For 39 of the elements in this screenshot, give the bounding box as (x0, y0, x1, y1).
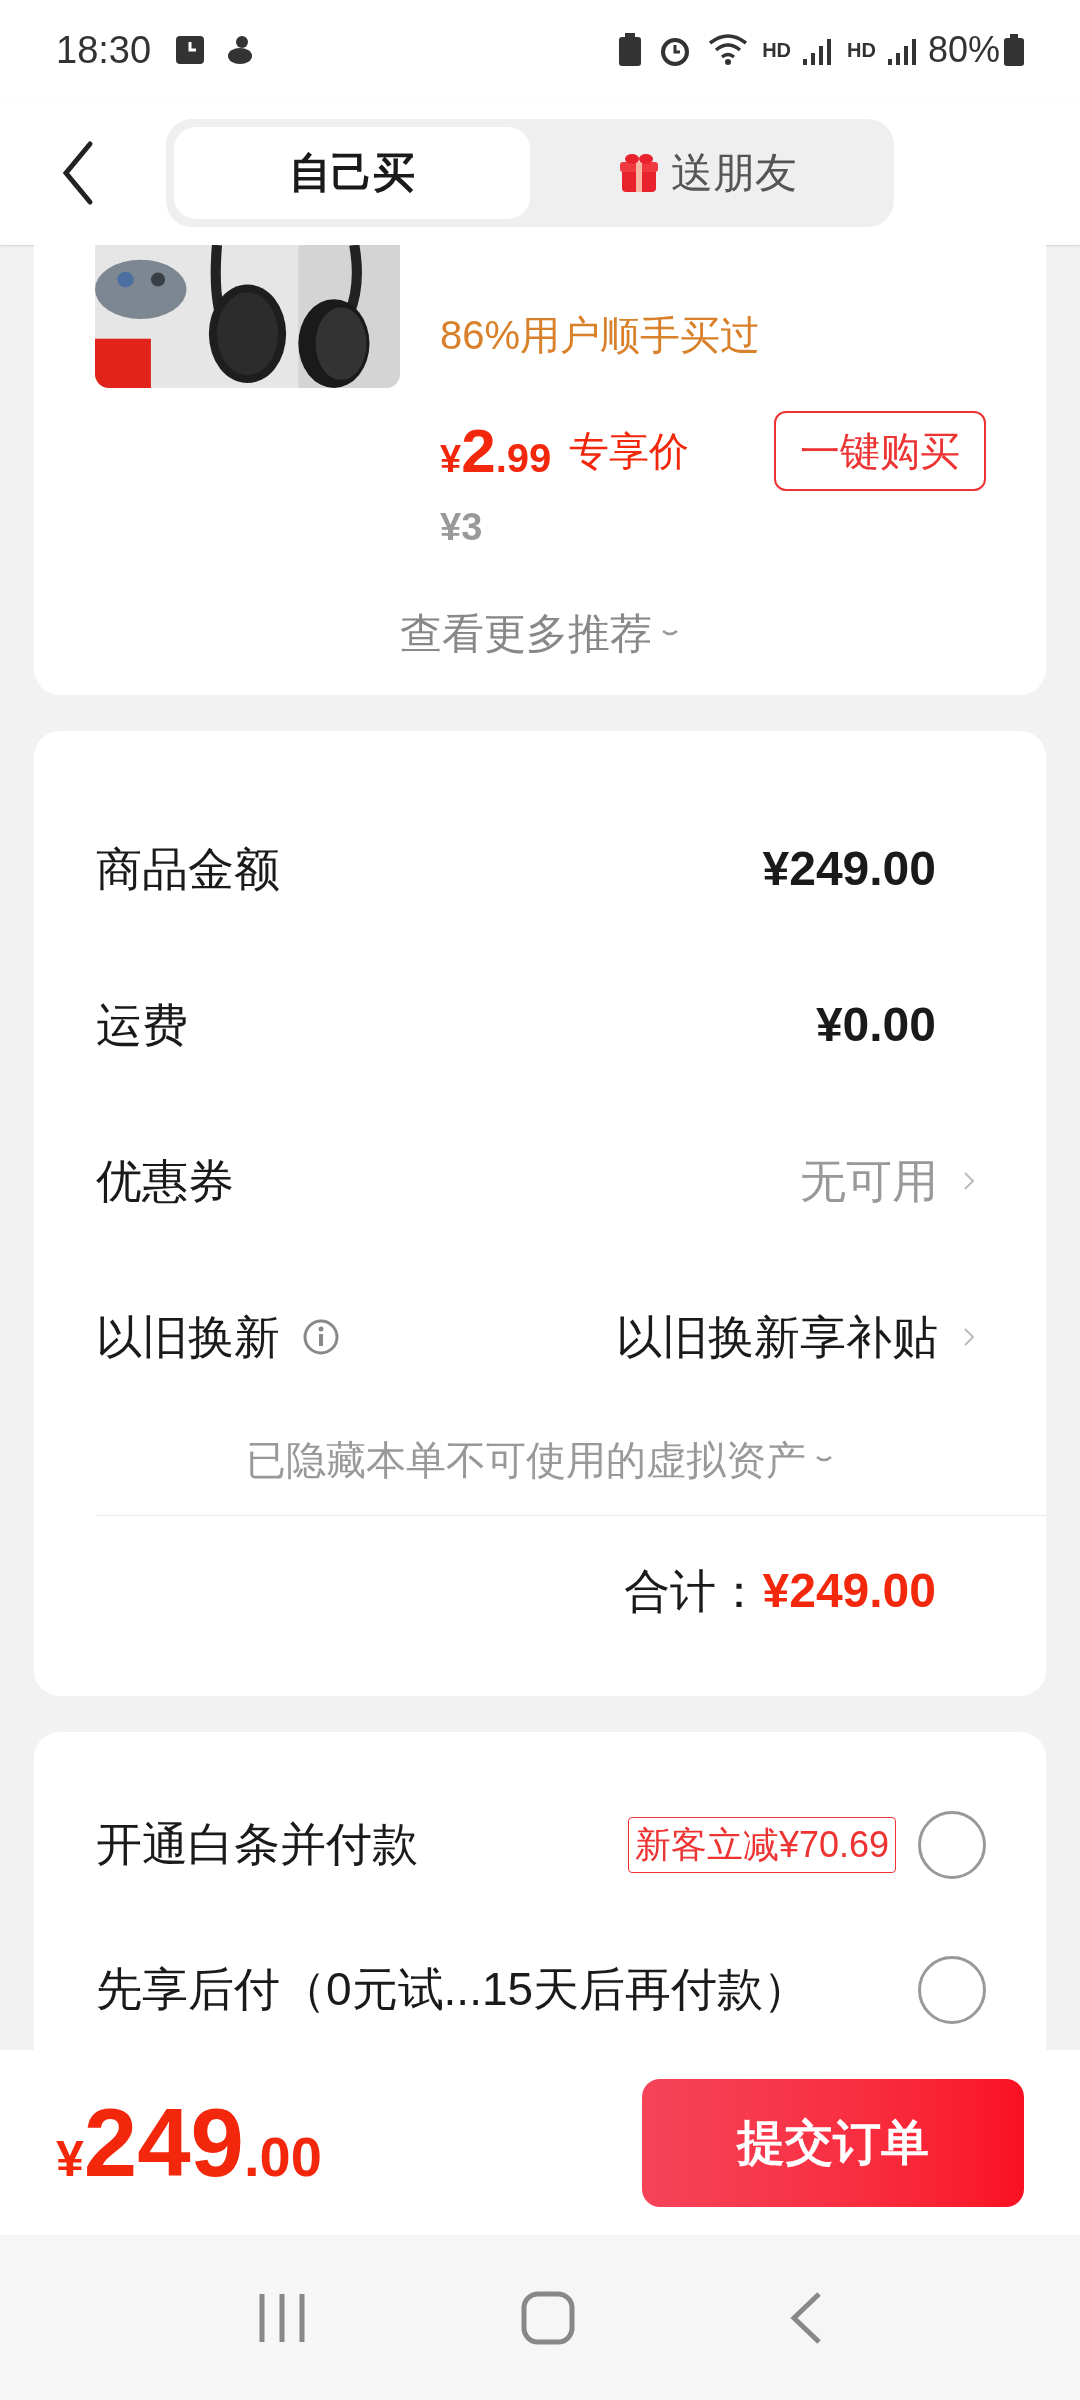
product-price: ¥2.99 (440, 415, 552, 487)
radio-button[interactable] (918, 1810, 986, 1879)
row-value[interactable]: 以旧换新享补贴 (616, 1302, 938, 1372)
original-price: ¥3 (440, 505, 484, 550)
chevron-right-icon (962, 1170, 976, 1192)
network-label: HD (762, 38, 792, 63)
row-value: ¥249.00 (762, 841, 936, 897)
radio-button[interactable] (918, 1955, 986, 2024)
tab[interactable]: 自己买 (174, 126, 530, 219)
tab[interactable]: 送朋友 (530, 126, 886, 219)
payment-option-label: 开通白条并付款 (96, 1817, 418, 1872)
status-time: 18:30 (56, 27, 152, 73)
row-label: 运费 (96, 997, 188, 1053)
battery-percent: 80% (927, 28, 1000, 72)
chevron-right-icon (962, 1326, 976, 1348)
hidden-assets-note[interactable]: 已隐藏本单不可使用的虚拟资产 (246, 1430, 834, 1490)
buy-now-button[interactable]: 一键购买 (774, 410, 986, 491)
home-icon[interactable] (521, 2290, 575, 2345)
social-proof-text: 86%用户顺手买过 (440, 312, 762, 359)
clock-icon (175, 35, 206, 65)
row-label: 商品金额 (96, 841, 280, 897)
more-recommendations-link[interactable]: 查看更多推荐 (400, 602, 680, 665)
info-icon[interactable] (302, 1318, 340, 1356)
battery-saver-icon (618, 33, 643, 67)
total-label: 合计： (624, 1563, 763, 1619)
row-value[interactable]: 无可用 (800, 1146, 938, 1216)
payment-option-label: 先享后付（0元试...15天后再付款） (96, 1962, 810, 2017)
battery-icon (1004, 34, 1024, 66)
price-label: 专享价 (569, 427, 690, 475)
row-label: 以旧换新 (96, 1309, 280, 1365)
network-label: HD (847, 38, 876, 63)
recent-apps-icon[interactable] (257, 2291, 307, 2344)
submit-order-button[interactable]: 提交订单 (642, 2078, 1024, 2207)
promo-tag: 新客立减¥70.69 (627, 1816, 896, 1873)
total-price: ¥249.00 (56, 2087, 322, 2198)
gift-icon (619, 151, 659, 194)
total-value: ¥249.00 (762, 1563, 936, 1619)
row-value: ¥0.00 (815, 997, 936, 1053)
row-label: 优惠券 (96, 1153, 234, 1209)
